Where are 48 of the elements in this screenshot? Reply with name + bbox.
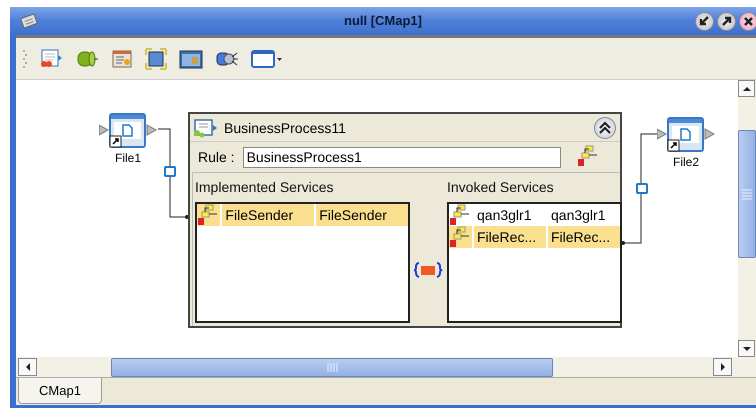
service-row[interactable]: FileSender FileSender [197,204,408,226]
scroll-down-button[interactable] [738,340,755,357]
link-handle-icon [636,183,648,194]
process-title: BusinessProcess11 [224,120,346,136]
grip-icon [741,188,753,200]
window-title: null [CMap1] [344,13,422,28]
list-heading: Implemented Services [195,179,335,195]
process-icon [192,118,218,138]
frame-icon [144,46,168,70]
up-arrow-icon [742,84,752,92]
service-name: FileSender [316,204,408,226]
left-arrow-icon [24,362,32,372]
tree-icon [449,204,471,226]
link-handle-icon [164,166,176,177]
node-label: File1 [114,151,141,165]
collapse-button[interactable] [594,116,616,138]
scrollbar-thumb[interactable] [738,130,756,258]
scrollbar-thumb[interactable] [111,358,553,376]
file-node-icon [99,113,157,149]
rule-field[interactable]: BusinessProcess1 [242,146,561,168]
toolbar-grip [22,48,28,70]
node-label: File2 [672,155,699,169]
tree-icon [197,204,219,226]
service-name: qan3glr1 [476,206,532,225]
grip-icon [326,362,338,372]
service-row[interactable]: qan3glr1 qan3glr1 [449,204,620,226]
rule-label: Rule : [198,149,235,165]
service-name: FileRec... [474,226,546,248]
scroll-up-button[interactable] [738,80,755,97]
scroll-left-button[interactable] [18,358,37,376]
service-name: FileSender [222,204,314,226]
file-node-icon [657,117,715,153]
list-heading: Invoked Services [447,179,555,195]
right-arrow-icon [718,362,726,372]
minimize-button[interactable] [695,12,714,30]
close-button[interactable] [739,12,756,30]
frame-button[interactable] [144,46,168,70]
tree-icon [449,226,471,248]
maximize-button[interactable] [717,12,736,30]
window-icon [20,12,38,30]
service-row[interactable]: FileRec... FileRec... [449,226,620,248]
double-chevron-icon [598,120,612,134]
mapping-icon [414,261,443,279]
service-name: FileRec... [548,226,620,248]
service-name: qan3glr1 [550,206,606,225]
tab[interactable]: CMap1 [18,378,102,404]
scroll-right-button[interactable] [713,358,732,376]
down-arrow-icon [742,344,752,352]
